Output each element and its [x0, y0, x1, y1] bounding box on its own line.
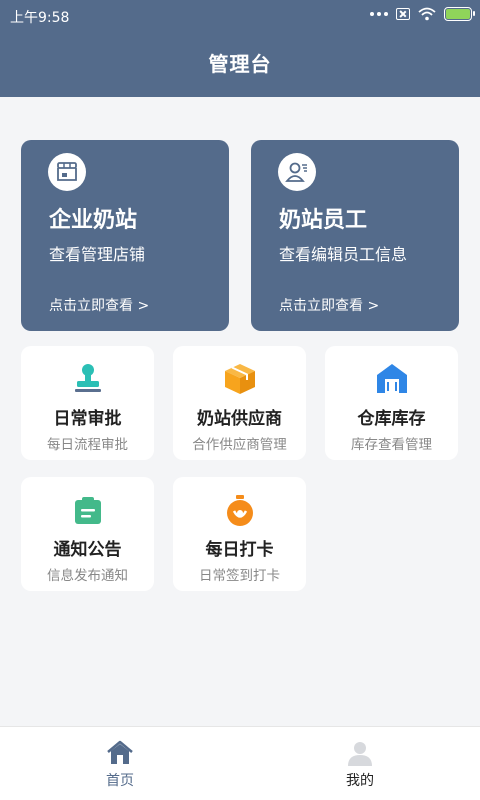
stamp-icon: [74, 364, 101, 392]
notice-tile[interactable]: 通知公告 信息发布通知: [21, 477, 154, 591]
clock-in-icon: [226, 495, 253, 526]
home-icon: [107, 740, 133, 764]
box-icon: [224, 364, 255, 394]
view-now-link[interactable]: 点击立即查看 >: [49, 295, 149, 315]
view-now-link[interactable]: 点击立即查看 >: [279, 295, 379, 315]
tile-title: 通知公告: [53, 540, 122, 560]
station-staff-card[interactable]: 奶站员工 查看编辑员工信息 点击立即查看 >: [251, 140, 459, 331]
notice-icon: [74, 497, 101, 524]
daily-approval-tile[interactable]: 日常审批 每日流程审批: [21, 346, 154, 460]
tile-title: 奶站供应商: [197, 409, 282, 429]
no-sim-icon: [396, 8, 410, 20]
tile-subtitle: 日常签到打卡: [199, 568, 280, 584]
tab-home-label: 首页: [106, 773, 134, 789]
tile-title: 日常审批: [53, 409, 122, 429]
warehouse-icon: [376, 364, 407, 393]
bottom-tab-bar: 首页 我的: [0, 726, 480, 800]
page-title: 管理台: [208, 52, 272, 76]
app-header: 上午9:58 管理台: [0, 0, 480, 97]
status-bar: 上午9:58: [0, 0, 480, 30]
tile-subtitle: 库存查看管理: [351, 437, 432, 453]
tile-title: 每日打卡: [205, 540, 274, 560]
user-icon: [348, 742, 372, 766]
wifi-icon: [418, 7, 436, 21]
tile-title: 仓库库存: [357, 409, 426, 429]
status-time: 上午9:58: [10, 10, 70, 26]
tile-subtitle: 合作供应商管理: [192, 437, 287, 453]
card-title: 企业奶站: [49, 208, 138, 233]
tab-home[interactable]: 首页: [0, 727, 240, 800]
tab-mine[interactable]: 我的: [240, 727, 480, 800]
battery-icon: [444, 7, 475, 21]
card-subtitle: 查看管理店铺: [49, 245, 146, 264]
store-icon: [48, 153, 86, 191]
staff-icon: [278, 153, 316, 191]
warehouse-stock-tile[interactable]: 仓库库存 库存查看管理: [325, 346, 458, 460]
tile-subtitle: 每日流程审批: [47, 437, 128, 453]
more-dots-icon: [370, 12, 388, 16]
card-subtitle: 查看编辑员工信息: [279, 245, 408, 264]
daily-checkin-tile[interactable]: 每日打卡 日常签到打卡: [173, 477, 306, 591]
tab-mine-label: 我的: [346, 773, 374, 789]
status-icons: [370, 7, 475, 21]
enterprise-station-card[interactable]: 企业奶站 查看管理店铺 点击立即查看 >: [21, 140, 229, 331]
tile-subtitle: 信息发布通知: [47, 568, 128, 584]
card-title: 奶站员工: [279, 208, 368, 233]
station-supplier-tile[interactable]: 奶站供应商 合作供应商管理: [173, 346, 306, 460]
